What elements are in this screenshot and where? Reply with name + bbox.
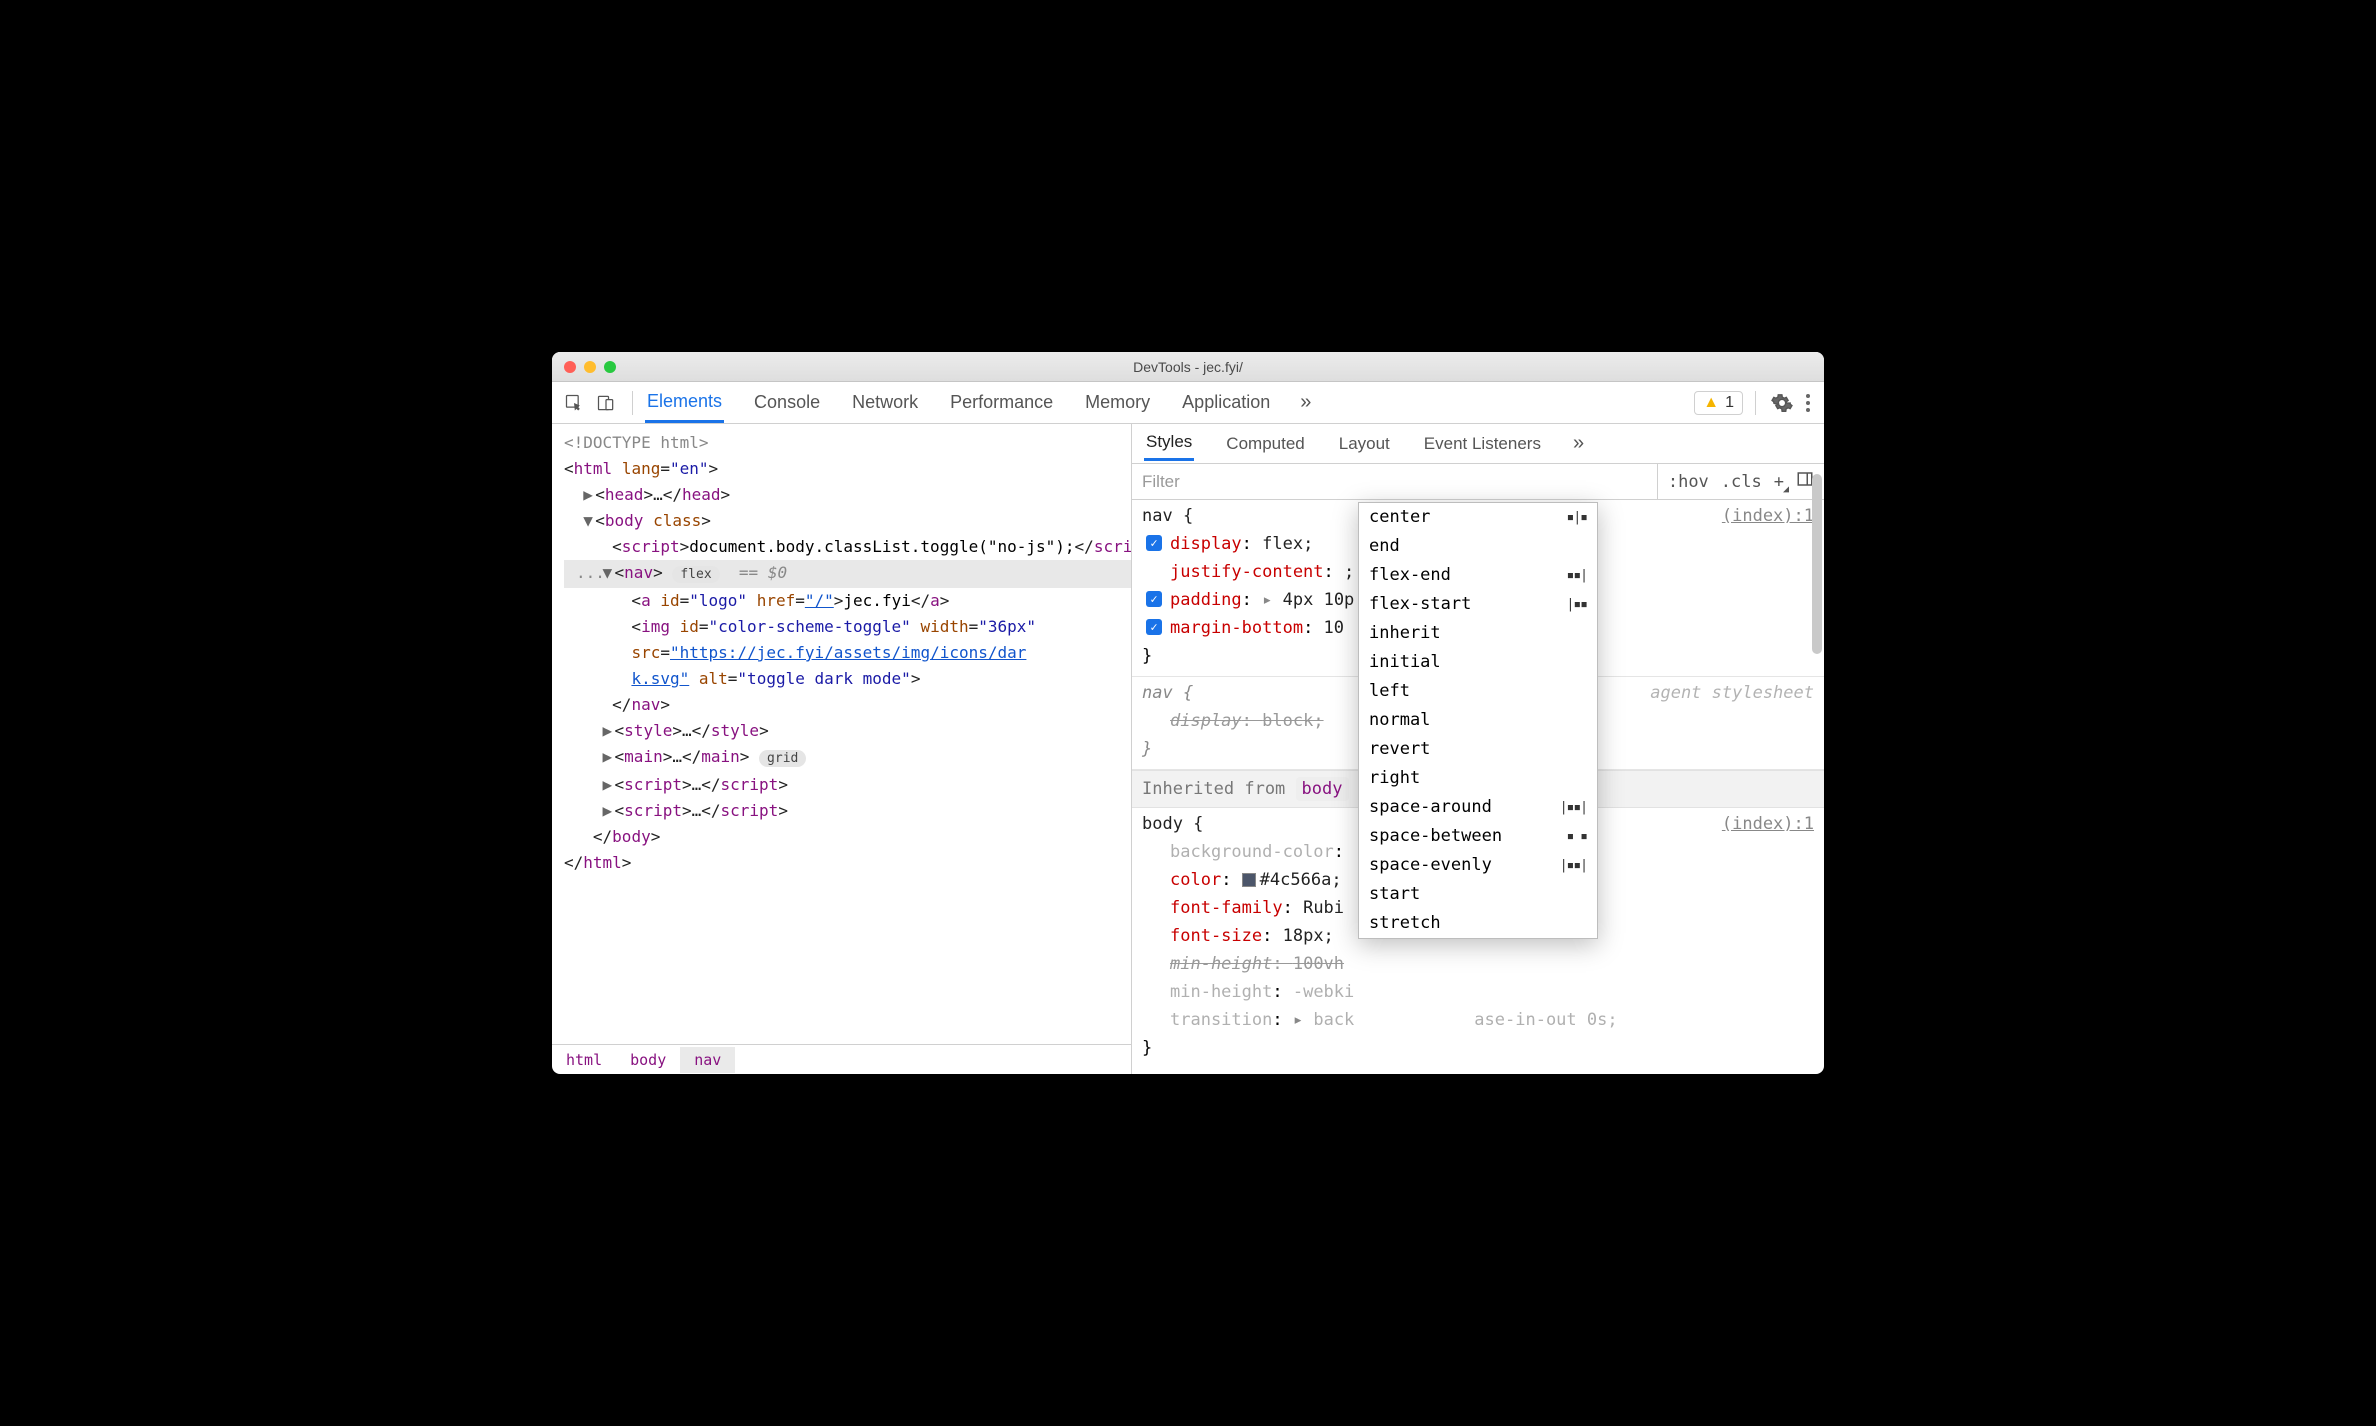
autocomplete-option[interactable]: inherit — [1359, 619, 1597, 648]
declaration[interactable]: transition: ▸ backase-in-out 0s; — [1142, 1006, 1814, 1034]
declaration-overridden[interactable]: min-height: 100vh — [1142, 950, 1814, 978]
option-label: space-between — [1369, 822, 1502, 851]
css-value-autocomplete[interactable]: center ▪|▪ endflex-end ▪▪| flex-start |▪▪ inhe… — [1358, 502, 1598, 939]
autocomplete-option[interactable]: stretch — [1359, 909, 1597, 938]
option-label: flex-start — [1369, 590, 1471, 619]
autocomplete-option[interactable]: space-around |▪▪| — [1359, 793, 1597, 822]
autocomplete-option[interactable]: center ▪|▪ — [1359, 503, 1597, 532]
autocomplete-option[interactable]: initial — [1359, 648, 1597, 677]
crumb-body[interactable]: body — [616, 1047, 680, 1073]
flex-preview-icon: ▪|▪ — [1567, 503, 1587, 532]
flex-preview-icon: ▪▪| — [1567, 561, 1587, 590]
rule-origin-link[interactable]: (index):1 — [1722, 502, 1814, 530]
elements-panel: <!DOCTYPE html> <html lang="en"> ▶<head>… — [552, 424, 1132, 1074]
autocomplete-option[interactable]: flex-start |▪▪ — [1359, 590, 1597, 619]
flex-preview-icon: |▪▪| — [1560, 851, 1587, 880]
hov-toggle[interactable]: :hov — [1668, 472, 1709, 492]
autocomplete-option[interactable]: start — [1359, 880, 1597, 909]
option-label: right — [1369, 764, 1420, 793]
autocomplete-option[interactable]: left — [1359, 677, 1597, 706]
option-label: end — [1369, 532, 1400, 561]
option-label: start — [1369, 880, 1420, 909]
option-label: left — [1369, 677, 1410, 706]
brace: } — [1142, 1034, 1814, 1062]
layout-badge[interactable]: grid — [759, 750, 806, 767]
option-label: revert — [1369, 735, 1430, 764]
settings-icon[interactable] — [1768, 389, 1796, 417]
autocomplete-option[interactable]: normal — [1359, 706, 1597, 735]
tab-application[interactable]: Application — [1180, 384, 1272, 421]
split-view: <!DOCTYPE html> <html lang="en"> ▶<head>… — [552, 424, 1824, 1074]
new-rule-icon[interactable]: +◢ — [1774, 472, 1784, 492]
filter-input[interactable] — [1132, 472, 1657, 492]
devtools-window: DevTools - jec.fyi/ Elements Console Net… — [552, 352, 1824, 1074]
dom-tree[interactable]: <!DOCTYPE html> <html lang="en"> ▶<head>… — [552, 424, 1131, 1044]
option-label: space-around — [1369, 793, 1492, 822]
tab-network[interactable]: Network — [850, 384, 920, 421]
cls-toggle[interactable]: .cls — [1721, 472, 1762, 492]
styles-panel: Styles Computed Layout Event Listeners »… — [1132, 424, 1824, 1074]
toggle-checkbox[interactable] — [1146, 619, 1162, 635]
warnings-count: 1 — [1725, 394, 1734, 412]
scrollbar[interactable] — [1812, 474, 1822, 1072]
autocomplete-option[interactable]: revert — [1359, 735, 1597, 764]
tab-memory[interactable]: Memory — [1083, 384, 1152, 421]
more-options-icon[interactable] — [1800, 394, 1816, 412]
flex-preview-icon: |▪▪| — [1560, 793, 1587, 822]
option-label: space-evenly — [1369, 851, 1492, 880]
titlebar: DevTools - jec.fyi/ — [552, 352, 1824, 382]
autocomplete-option[interactable]: space-between ▪ ▪ — [1359, 822, 1597, 851]
flex-preview-icon: ▪ ▪ — [1567, 822, 1587, 851]
rule-origin-link[interactable]: (index):1 — [1722, 810, 1814, 838]
option-label: flex-end — [1369, 561, 1451, 590]
autocomplete-option[interactable]: end — [1359, 532, 1597, 561]
inherited-from-node[interactable]: body — [1296, 777, 1349, 801]
warnings-badge[interactable]: ▲ 1 — [1694, 391, 1743, 415]
device-toolbar-icon[interactable] — [592, 389, 620, 417]
option-label: stretch — [1369, 909, 1441, 938]
doctype: <!DOCTYPE html> — [564, 433, 709, 452]
tab-styles[interactable]: Styles — [1144, 426, 1194, 461]
autocomplete-option[interactable]: space-evenly |▪▪| — [1359, 851, 1597, 880]
selected-node: ▼<nav> flex == $0 — [564, 560, 1131, 588]
tab-event-listeners[interactable]: Event Listeners — [1422, 428, 1543, 460]
option-label: center — [1369, 503, 1430, 532]
color-swatch-icon[interactable] — [1242, 873, 1256, 887]
divider — [632, 391, 633, 415]
layout-badge[interactable]: flex — [672, 566, 719, 583]
tab-performance[interactable]: Performance — [948, 384, 1055, 421]
tab-layout[interactable]: Layout — [1337, 428, 1392, 460]
option-label: inherit — [1369, 619, 1441, 648]
tab-console[interactable]: Console — [752, 384, 822, 421]
main-tabs: Elements Console Network Performance Mem… — [645, 383, 1311, 423]
window-title: DevTools - jec.fyi/ — [552, 359, 1824, 375]
flex-preview-icon: |▪▪ — [1567, 590, 1587, 619]
crumb-nav[interactable]: nav — [680, 1047, 735, 1073]
more-tabs-icon[interactable]: » — [1300, 391, 1311, 414]
option-label: normal — [1369, 706, 1430, 735]
more-side-tabs-icon[interactable]: » — [1573, 432, 1584, 455]
warning-icon: ▲ — [1703, 394, 1719, 412]
tab-elements[interactable]: Elements — [645, 383, 724, 423]
filter-tools: :hov .cls +◢ — [1657, 464, 1824, 499]
filter-row: :hov .cls +◢ — [1132, 464, 1824, 500]
autocomplete-option[interactable]: right — [1359, 764, 1597, 793]
main-toolbar: Elements Console Network Performance Mem… — [552, 382, 1824, 424]
side-tabs: Styles Computed Layout Event Listeners » — [1132, 424, 1824, 464]
tab-computed[interactable]: Computed — [1224, 428, 1306, 460]
rule-origin-ua: agent stylesheet — [1650, 679, 1814, 707]
crumb-html[interactable]: html — [552, 1047, 616, 1073]
divider — [1755, 391, 1756, 415]
option-label: initial — [1369, 648, 1441, 677]
declaration[interactable]: min-height: -webki — [1142, 978, 1814, 1006]
autocomplete-option[interactable]: flex-end ▪▪| — [1359, 561, 1597, 590]
breadcrumbs: html body nav — [552, 1044, 1131, 1074]
toggle-checkbox[interactable] — [1146, 591, 1162, 607]
scrollbar-thumb[interactable] — [1812, 474, 1822, 654]
toggle-checkbox[interactable] — [1146, 535, 1162, 551]
inspect-element-icon[interactable] — [560, 389, 588, 417]
